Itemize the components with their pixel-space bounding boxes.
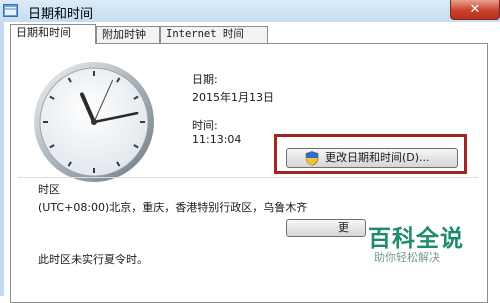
date-label: 日期: [192,73,218,86]
tab-additional-clocks[interactable]: 附加时钟 [96,26,160,43]
watermark-title: 百科全说 [368,226,464,252]
date-time-app-icon [3,4,18,17]
tab-internet-time[interactable]: Internet 时间 [160,26,268,43]
analog-clock [34,62,154,182]
change-date-time-button[interactable]: 更改日期和时间(D)... [286,148,458,168]
time-label: 时间: [192,119,218,132]
window-frame [0,22,4,296]
timezone-label: 时区 [38,183,60,196]
tab-date-time[interactable]: 日期和时间 [10,24,96,44]
timezone-value: (UTC+08:00)北京，重庆，香港特别行政区，乌鲁木齐 [38,201,308,214]
dst-note: 此时区未实行夏令时。 [38,253,148,266]
watermark-subtitle: 助你轻松解决 [374,251,440,264]
date-value: 2015年1月13日 [192,91,274,104]
close-icon: ✕ [469,2,481,17]
clock-center-cap [91,119,97,125]
uac-shield-icon [305,151,319,166]
window-title: 日期和时间 [28,7,94,22]
close-button[interactable]: ✕ [450,0,500,20]
time-value: 11:13:04 [192,133,242,146]
change-timezone-label: 更 [338,221,349,234]
change-timezone-button[interactable]: 更 [286,219,366,237]
change-date-time-label: 更改日期和时间(D)... [325,151,430,164]
section-divider [18,177,478,178]
title-bar: 日期和时间 ✕ [0,0,500,22]
